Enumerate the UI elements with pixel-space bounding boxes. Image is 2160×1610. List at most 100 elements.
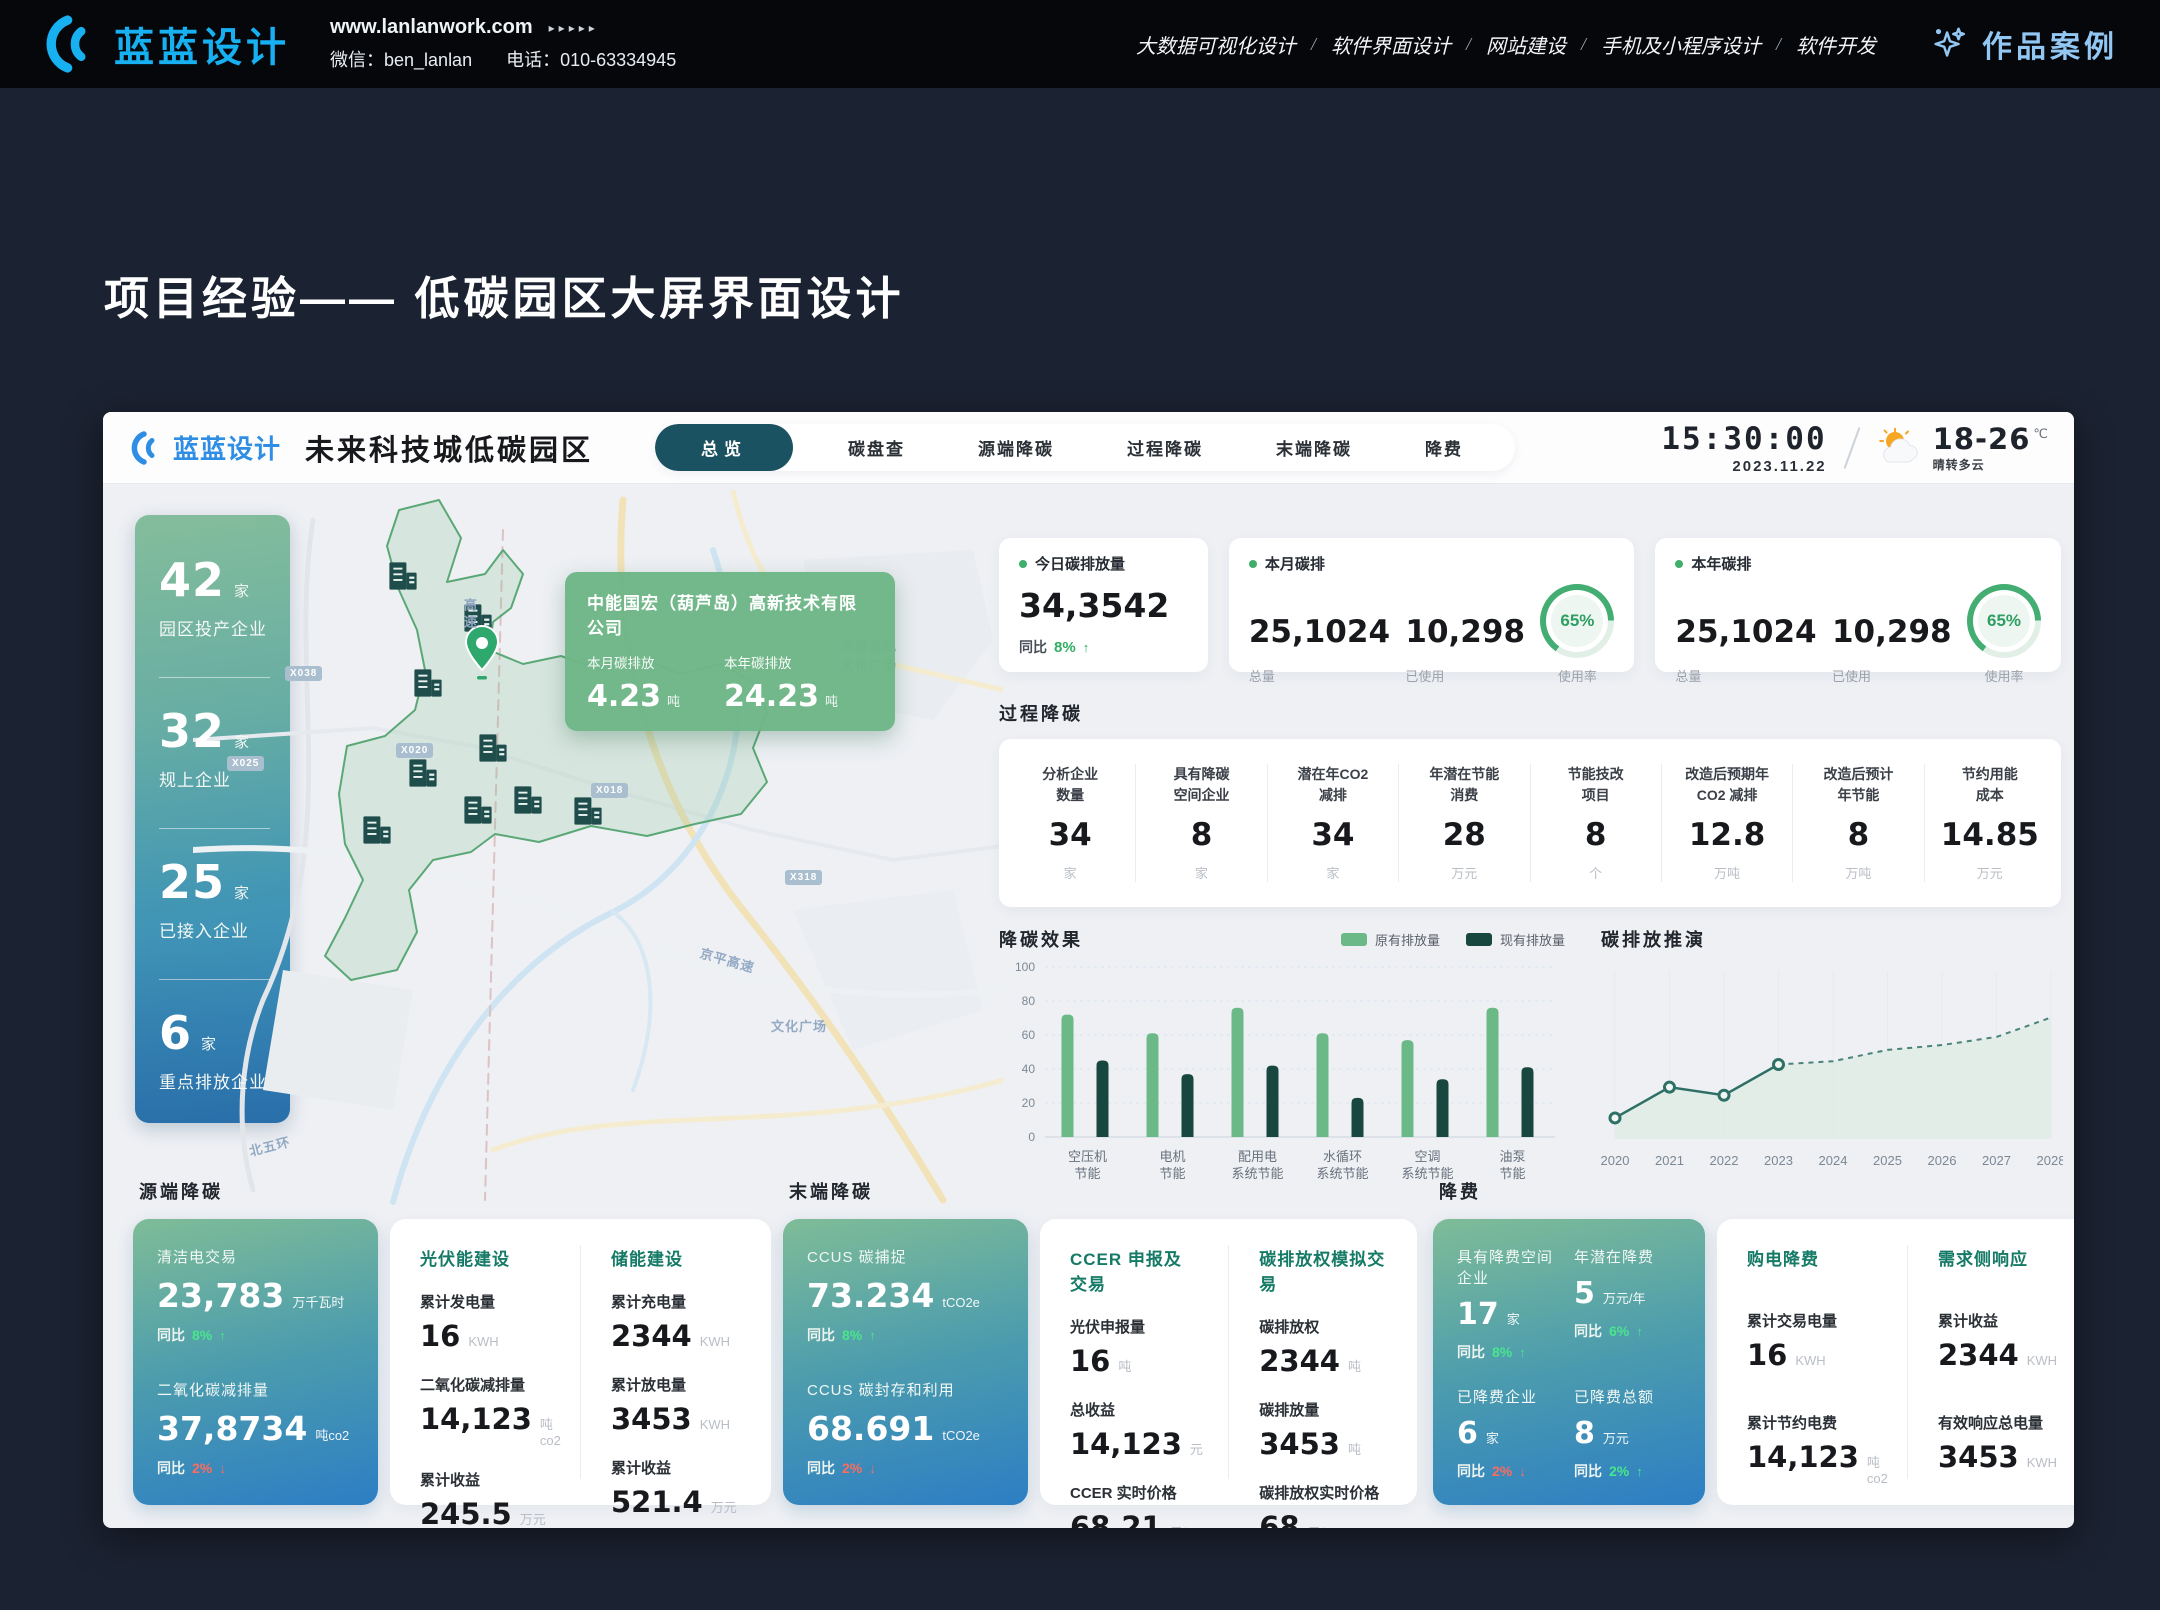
svg-text:2028: 2028	[2037, 1153, 2063, 1168]
section-cards: 具有降费空间企业17家同比8%↑年潜在降费5万元/年同比6%↑已降费企业6家同比…	[1433, 1219, 2061, 1505]
tab-过程降碳[interactable]: 过程降碳	[1109, 435, 1221, 460]
svg-text:0: 0	[1028, 1130, 1035, 1144]
stat-label: 累计收益	[1938, 1310, 2068, 1331]
stat-value-row: 68元/ICO2e	[1259, 1510, 1387, 1528]
stat-value-row: 6家	[159, 1006, 270, 1060]
used-value: 10,298	[1832, 614, 1952, 650]
stat-value-row: 32家	[159, 704, 270, 758]
stat-label: 总收益	[1070, 1399, 1198, 1420]
section-cards: CCUS 碳捕捉73.234tCO2e同比8%↑CCUS 碳封存和利用68.69…	[783, 1219, 1411, 1505]
stat-value: 12.8	[1662, 817, 1792, 853]
svg-text:2023: 2023	[1764, 1153, 1793, 1168]
stat-value: 2344	[1938, 1338, 2019, 1372]
trend-down-icon: ↓	[1519, 1464, 1526, 1479]
tab-源端降碳[interactable]: 源端降碳	[960, 435, 1072, 460]
process-stat-5: 改造后预期年CO2 减排12.8万吨	[1661, 764, 1792, 882]
stat-value: 24.23	[724, 679, 819, 714]
gauge-value: 65%	[1560, 611, 1594, 631]
stat-compare: 同比2%↓	[157, 1458, 354, 1478]
temperature-unit: ℃	[2033, 426, 2048, 442]
compare-label: 同比	[1019, 637, 1047, 657]
used-label: 已使用	[1832, 666, 1952, 685]
phone-label: 电话：010-63334945	[506, 46, 676, 72]
group-stat-1: 总收益 14,123元	[1070, 1399, 1198, 1461]
right-column: 今日碳排放量 34,3542 同比 8% ↑ 本月碳排	[999, 538, 2061, 1206]
section-title: 末端降碳	[789, 1178, 1411, 1204]
menu-item-1[interactable]: 软件界面设计	[1331, 30, 1451, 59]
svg-text:20: 20	[1022, 1096, 1036, 1110]
stat-value: 14,123	[420, 1402, 532, 1436]
stat-unit: 元	[1190, 1439, 1203, 1458]
total-value: 25,1024	[1249, 614, 1390, 650]
stat-value: 245.5	[420, 1497, 512, 1528]
bar-chart-block: 降碳效果 原有排放量现有排放量 020406080100空压机节能电机节能配用电…	[999, 925, 1565, 1206]
stat-unit: 个	[1531, 863, 1661, 882]
svg-text:空调: 空调	[1414, 1149, 1440, 1164]
group-stat-1: 碳排放量3453吨	[1259, 1399, 1387, 1461]
dashboard-logo-text: 蓝蓝设计	[173, 429, 281, 466]
menu-item-2[interactable]: 网站建设	[1486, 30, 1566, 59]
stat-value: 32	[159, 704, 225, 758]
menu-item-4[interactable]: 软件开发	[1796, 30, 1876, 59]
legend-item-1: 现有排放量	[1466, 930, 1565, 949]
map-place-label-1: 京平高速	[697, 945, 756, 979]
site-url[interactable]: www.lanlanwork.com	[330, 16, 533, 39]
stat-unit: 万元	[1925, 863, 2055, 882]
tab-总览[interactable]: 总览	[655, 424, 793, 471]
svg-text:油泵: 油泵	[1499, 1149, 1525, 1164]
stat-label: 累计节约电费	[1747, 1412, 1877, 1433]
stat-label: 重点排放企业	[159, 1068, 270, 1093]
sun-cloud-icon	[1877, 428, 1923, 468]
total-label: 总量	[1249, 666, 1390, 685]
group-stat-2: 碳排放权实时价格68元/ICO2e	[1259, 1482, 1387, 1528]
process-stat-1: 具有降碳空间企业8家	[1135, 764, 1266, 882]
wechat-label: 微信：ben_lanlan	[330, 46, 472, 72]
stat-value: 5	[1574, 1276, 1595, 1311]
stat-group-0: 光伏能建设累计发电量16KWH二氧化碳减排量14,123吨co2累计收益245.…	[390, 1245, 580, 1479]
svg-text:配用电: 配用电	[1238, 1149, 1277, 1164]
stat-value: 68	[1259, 1510, 1299, 1528]
svg-text:2025: 2025	[1873, 1153, 1902, 1168]
stat-value-row: 16KWH	[1747, 1338, 1877, 1372]
portfolio-button[interactable]: 作品案例	[1928, 22, 2118, 66]
used-value: 10,298	[1405, 614, 1525, 650]
stat-value-row: 14,123吨co2	[1747, 1440, 1877, 1486]
stat-label: 累计收益	[611, 1457, 741, 1478]
stat-value: 23,783	[157, 1276, 284, 1315]
process-stat-4: 节能技改项目8个	[1530, 764, 1661, 882]
bottom-sections: 源端降碳清洁电交易23,783万千瓦时同比8%↑二氧化碳减排量37,8734吨c…	[133, 1178, 2061, 1505]
stat-compare: 同比8%↑	[1457, 1342, 1564, 1362]
compare-label: 同比	[1457, 1342, 1485, 1362]
compare-label: 同比	[807, 1325, 835, 1345]
stat-value: 3453	[1938, 1440, 2019, 1474]
tab-碳盘查[interactable]: 碳盘查	[830, 435, 923, 460]
tab-降费[interactable]: 降费	[1407, 435, 1481, 460]
gradient-stat-1: 年潜在降费 5 万元/年同比6%↑	[1574, 1246, 1681, 1362]
group-stat-0: 累计收益2344KWH	[1938, 1310, 2068, 1372]
site-logo[interactable]: 蓝蓝设计	[42, 15, 290, 73]
stat-label: 累计收益	[420, 1469, 550, 1490]
tab-末端降碳[interactable]: 末端降碳	[1258, 435, 1370, 460]
stat-compare: 同比6%↑	[1574, 1321, 1681, 1341]
menu-item-3[interactable]: 手机及小程序设计	[1601, 30, 1761, 59]
stat-unit: 家	[1268, 863, 1398, 882]
svg-text:空压机: 空压机	[1068, 1149, 1107, 1164]
stat-label: 年潜在降费	[1574, 1246, 1681, 1267]
card-title: 本年碳排	[1691, 553, 1751, 574]
stat-value-row: 14,123元	[1070, 1427, 1198, 1461]
stat-unit: 家	[1507, 1309, 1520, 1328]
stat-unit: 吨co2	[540, 1414, 561, 1448]
site-header: 蓝蓝设计 www.lanlanwork.com ▸▸▸▸▸ 微信：ben_lan…	[0, 0, 2160, 88]
green-dot-icon	[1249, 560, 1257, 568]
stat-unit: 万元/年	[1603, 1288, 1646, 1307]
legend-label: 现有排放量	[1500, 930, 1565, 949]
stat-unit: 家	[1486, 1428, 1499, 1447]
stat-label: 节约用能成本	[1925, 764, 2055, 806]
stat-compare: 同比2%↓	[1457, 1461, 1564, 1481]
site-logo-text: 蓝蓝设计	[114, 15, 290, 73]
menu-item-0[interactable]: 大数据可视化设计	[1136, 30, 1296, 59]
card-title: 今日碳排放量	[1035, 553, 1125, 574]
stat-label: CCUS 碳捕捉	[807, 1246, 1004, 1267]
stat-value: 42	[159, 553, 225, 607]
card-title: 本月碳排	[1265, 553, 1325, 574]
